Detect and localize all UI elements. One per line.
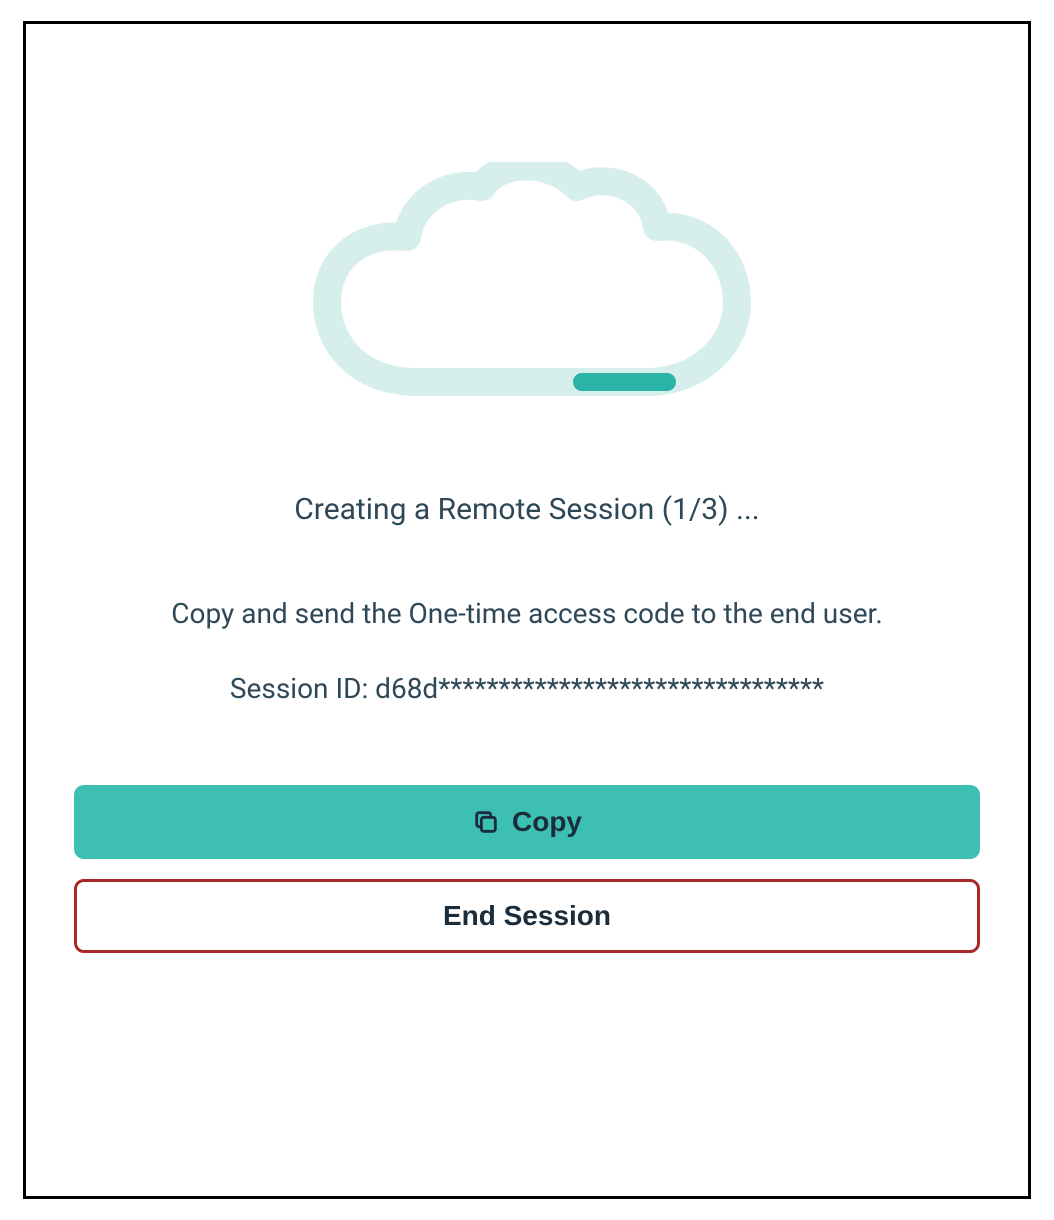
button-group: Copy End Session — [74, 785, 980, 953]
remote-session-dialog: Creating a Remote Session (1/3) ... Copy… — [23, 21, 1031, 1199]
status-text: Creating a Remote Session (1/3) ... — [294, 492, 759, 527]
session-id-text: Session ID: d68d************************… — [230, 672, 824, 705]
cloud-loading-icon — [297, 162, 757, 422]
instruction-text: Copy and send the One-time access code t… — [171, 597, 882, 630]
end-session-button-label: End Session — [443, 900, 611, 932]
copy-button-label: Copy — [512, 806, 582, 838]
copy-icon — [472, 808, 500, 836]
end-session-button[interactable]: End Session — [74, 879, 980, 953]
copy-button[interactable]: Copy — [74, 785, 980, 859]
